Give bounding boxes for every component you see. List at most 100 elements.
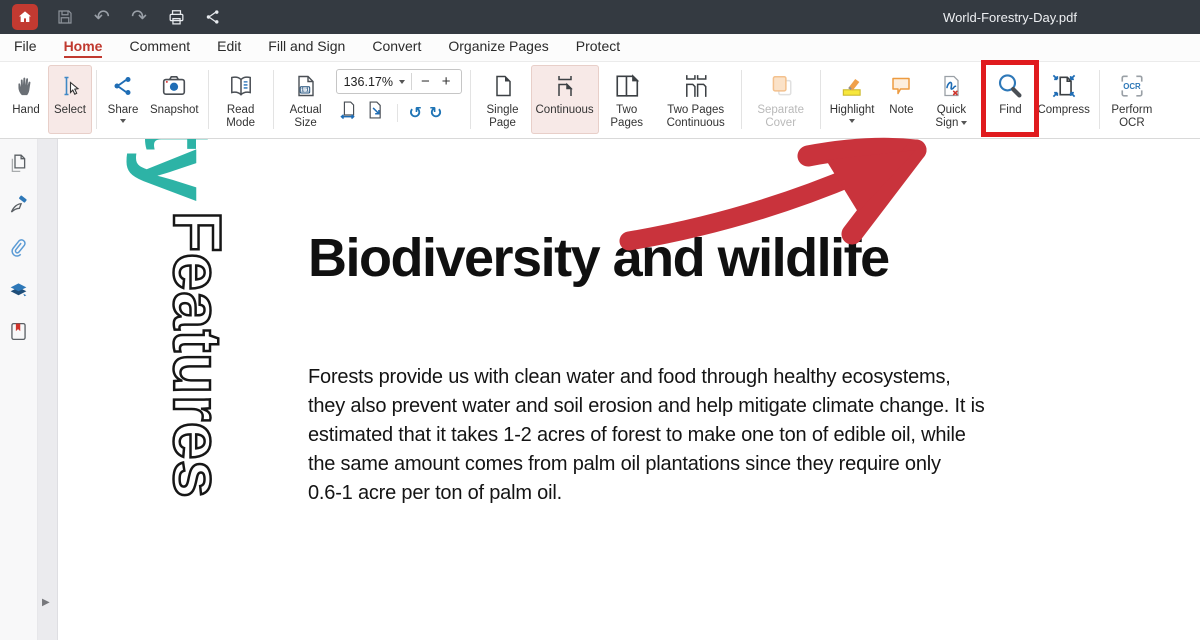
print-button[interactable] <box>166 7 186 27</box>
snapshot-button[interactable]: Snapshot <box>145 65 204 134</box>
single-page-icon <box>491 68 515 104</box>
expand-panel-button[interactable]: ▶ <box>42 597 50 608</box>
divider <box>397 104 398 122</box>
share-icon <box>204 8 222 26</box>
divider <box>411 73 412 90</box>
rotate-right-button[interactable]: ↻ <box>429 105 442 121</box>
fit-width-button[interactable] <box>339 100 359 125</box>
fit-page-button[interactable] <box>366 100 386 125</box>
annotations-panel-button[interactable] <box>8 195 29 216</box>
select-tool-button[interactable]: Select <box>48 65 92 134</box>
undo-icon: ↶ <box>94 8 110 27</box>
note-button[interactable]: Note <box>879 65 923 134</box>
save-icon <box>56 8 74 26</box>
share-icon <box>111 68 135 104</box>
share-button-top[interactable] <box>203 7 223 27</box>
compress-icon <box>1051 68 1077 104</box>
zoom-level-control[interactable]: 136.17% − + <box>336 69 462 94</box>
read-mode-button[interactable]: Read Mode <box>213 65 269 134</box>
highlight-icon <box>839 68 865 104</box>
toolbar-separator <box>273 70 274 129</box>
menu-file[interactable]: File <box>14 38 37 58</box>
read-mode-icon <box>227 68 255 104</box>
perform-ocr-label: Perform OCR <box>1109 104 1155 130</box>
separate-cover-label: Separate Cover <box>751 104 811 130</box>
print-icon <box>167 8 186 27</box>
share-button[interactable]: Share <box>101 65 145 134</box>
single-page-label: Single Page <box>480 104 526 130</box>
save-button[interactable] <box>55 7 75 27</box>
titlebar: ↶ ↷ World-Forestry-Day.pdf <box>0 0 1200 34</box>
vertical-outline-text: Features <box>158 211 236 498</box>
select-label: Select <box>54 104 86 117</box>
redo-button[interactable]: ↷ <box>129 7 149 27</box>
chevron-down-icon <box>399 80 405 84</box>
snapshot-label: Snapshot <box>150 104 199 117</box>
single-page-button[interactable]: Single Page <box>475 65 531 134</box>
menubar: File Home Comment Edit Fill and Sign Con… <box>0 34 1200 62</box>
menu-convert[interactable]: Convert <box>372 38 421 58</box>
menu-organize-pages[interactable]: Organize Pages <box>448 38 548 58</box>
two-pages-continuous-icon <box>682 68 710 104</box>
home-button[interactable] <box>12 4 38 30</box>
compress-button[interactable]: Compress <box>1032 65 1094 134</box>
menu-fill-and-sign[interactable]: Fill and Sign <box>268 38 345 58</box>
menu-comment[interactable]: Comment <box>129 38 190 58</box>
toolbar-separator <box>470 70 471 129</box>
two-pages-label: Two Pages <box>604 104 650 130</box>
actual-size-icon: 1:1 <box>294 68 318 104</box>
home-icon <box>17 9 33 25</box>
two-pages-button[interactable]: Two Pages <box>599 65 655 134</box>
separate-cover-button: Separate Cover <box>746 65 816 134</box>
body-paragraph: Forests provide us with clean water and … <box>308 363 985 508</box>
bookmarks-panel-button[interactable] <box>8 321 29 342</box>
svg-text:OCR: OCR <box>1123 82 1141 91</box>
find-icon <box>995 68 1025 104</box>
annotate-icon <box>8 195 29 216</box>
two-pages-icon <box>614 68 640 104</box>
quick-sign-button[interactable]: Quick Sign <box>923 65 979 134</box>
quick-sign-icon <box>939 68 963 104</box>
find-button[interactable]: Find <box>988 65 1032 134</box>
perform-ocr-button[interactable]: OCR Perform OCR <box>1104 65 1160 134</box>
rotate-left-button[interactable]: ↺ <box>409 105 422 121</box>
separate-cover-icon <box>768 68 794 104</box>
menu-edit[interactable]: Edit <box>217 38 241 58</box>
bookmark-icon <box>8 321 29 342</box>
note-icon <box>889 68 913 104</box>
attachments-panel-button[interactable] <box>8 237 29 258</box>
zoom-out-button[interactable]: − <box>418 74 433 89</box>
two-pages-continuous-button[interactable]: Two Pages Continuous <box>655 65 737 134</box>
menu-protect[interactable]: Protect <box>576 38 620 58</box>
hand-tool-button[interactable]: Hand <box>4 65 48 134</box>
page-title: Biodiversity and wildlife <box>308 227 889 289</box>
toolbar-separator <box>1099 70 1100 129</box>
fit-width-icon <box>339 100 359 120</box>
vertical-accent-text: ty <box>123 139 232 199</box>
menu-home[interactable]: Home <box>64 38 103 58</box>
document-filename: World-Forestry-Day.pdf <box>870 10 1150 25</box>
actual-size-label: Actual Size <box>283 104 329 130</box>
svg-text:1:1: 1:1 <box>301 88 309 94</box>
find-label: Find <box>999 104 1021 117</box>
toolbar-separator <box>983 70 984 129</box>
highlight-label: Highlight <box>830 104 875 117</box>
main-area: ▶ ty Features Biodiversity and wildlife … <box>0 139 1200 640</box>
chevron-down-icon <box>961 121 967 125</box>
pages-panel-button[interactable] <box>8 153 29 174</box>
zoom-in-button[interactable]: + <box>439 74 454 89</box>
pages-icon <box>8 153 29 174</box>
two-pages-continuous-label: Two Pages Continuous <box>660 104 732 130</box>
toolbar-separator <box>741 70 742 129</box>
redo-icon: ↷ <box>131 8 147 27</box>
toolbar-separator <box>96 70 97 129</box>
undo-button[interactable]: ↶ <box>92 7 112 27</box>
pdf-page: ty Features Biodiversity and wildlife Fo… <box>58 139 1200 640</box>
layers-panel-button[interactable] <box>8 279 29 300</box>
panel-gutter: ▶ <box>38 139 58 640</box>
continuous-button[interactable]: Continuous <box>531 65 599 134</box>
layers-icon <box>8 279 29 300</box>
actual-size-button[interactable]: 1:1 Actual Size <box>278 65 334 134</box>
toolbar-separator <box>208 70 209 129</box>
highlight-button[interactable]: Highlight <box>825 65 880 134</box>
